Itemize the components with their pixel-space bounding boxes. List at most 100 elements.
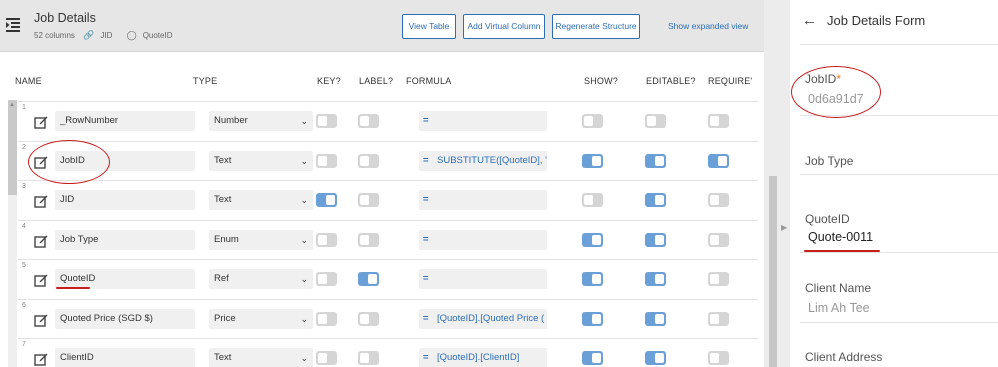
required-toggle[interactable] — [708, 272, 729, 286]
required-toggle[interactable] — [708, 351, 729, 365]
show-expanded-view-link[interactable]: Show expanded view — [668, 21, 748, 31]
label-toggle[interactable] — [358, 114, 379, 128]
label-tag-icon: ◯ — [126, 30, 137, 40]
column-type-select[interactable]: Ref ⌄ — [209, 269, 313, 289]
field-value-jobid[interactable]: 0d6a91d7 — [808, 92, 864, 106]
column-name-input[interactable]: ClientID — [55, 348, 195, 367]
column-type-select[interactable]: Number ⌄ — [209, 111, 313, 131]
divider-scrollbar[interactable] — [769, 176, 777, 367]
editable-toggle[interactable] — [645, 114, 666, 128]
formula-input[interactable]: = — [419, 269, 547, 289]
toggle-knob — [368, 274, 377, 284]
add-virtual-column-button[interactable]: Add Virtual Column — [463, 14, 545, 39]
toggle-knob — [592, 155, 601, 166]
label-toggle[interactable] — [358, 311, 379, 326]
label-toggle[interactable] — [358, 153, 379, 168]
equals-icon: = — [423, 352, 429, 363]
label-toggle[interactable] — [358, 193, 379, 207]
field-value-client-name[interactable]: Lim Ah Tee — [808, 301, 870, 315]
show-toggle[interactable] — [582, 193, 603, 207]
key-toggle[interactable] — [316, 232, 337, 247]
required-toggle[interactable] — [708, 311, 729, 326]
label-toggle[interactable] — [358, 351, 379, 365]
show-toggle[interactable] — [582, 114, 603, 128]
column-name-input[interactable]: Quoted Price (SGD $) — [55, 308, 195, 329]
edit-icon[interactable] — [34, 155, 48, 169]
editor-scroll-thumb[interactable] — [8, 100, 17, 195]
key-toggle[interactable] — [316, 153, 337, 168]
edit-icon[interactable] — [34, 273, 48, 287]
formula-input[interactable]: = — [419, 190, 547, 210]
column-name-input[interactable]: Job Type — [55, 229, 195, 250]
show-toggle[interactable] — [582, 272, 603, 286]
required-toggle[interactable] — [708, 153, 729, 168]
header-label: LABEL? — [359, 76, 394, 86]
regenerate-structure-button[interactable]: Regenerate Structure — [552, 14, 640, 39]
column-type-select[interactable]: Price ⌄ — [209, 308, 313, 329]
column-type-value: Text — [214, 194, 232, 205]
header-show: SHOW? — [584, 76, 619, 86]
key-toggle[interactable] — [316, 114, 337, 128]
editable-toggle[interactable] — [645, 232, 666, 247]
key-toggle[interactable] — [316, 311, 337, 326]
label-toggle[interactable] — [358, 232, 379, 247]
edit-icon[interactable] — [34, 115, 48, 129]
equals-icon: = — [423, 115, 429, 126]
view-table-button[interactable]: View Table — [402, 14, 456, 39]
edit-icon[interactable] — [34, 313, 48, 327]
header-required: REQUIRE' — [708, 76, 753, 86]
field-label-job-type: Job Type — [805, 154, 854, 168]
show-toggle[interactable] — [582, 153, 603, 168]
edit-icon[interactable] — [34, 194, 48, 208]
toggle-knob — [326, 195, 335, 205]
column-type-select[interactable]: Text ⌄ — [209, 150, 313, 171]
column-name-input[interactable]: _RowNumber — [55, 111, 195, 131]
formula-input[interactable]: = — [419, 229, 547, 250]
editable-toggle[interactable] — [645, 311, 666, 326]
back-arrow-icon[interactable]: ← — [802, 12, 817, 29]
key-toggle[interactable] — [316, 272, 337, 286]
column-name-input[interactable]: JID — [55, 190, 195, 210]
show-toggle[interactable] — [582, 351, 603, 365]
toggle-knob — [655, 234, 664, 245]
key-toggle[interactable] — [316, 193, 337, 207]
row-number: 6 — [22, 301, 26, 309]
show-toggle[interactable] — [582, 311, 603, 326]
toggle-knob — [710, 234, 719, 245]
formula-input[interactable]: = — [419, 111, 547, 131]
field-value-quoteid[interactable]: Quote-0011 — [808, 230, 873, 244]
key-icon: 🔗 — [83, 30, 95, 40]
formula-input[interactable]: = SUBSTITUTE([QuoteID], " — [419, 150, 547, 171]
required-toggle[interactable] — [708, 114, 729, 128]
required-toggle[interactable] — [708, 193, 729, 207]
editable-toggle[interactable] — [645, 272, 666, 286]
toggle-knob — [710, 116, 719, 126]
formula-input[interactable]: = [QuoteID].[Quoted Price ( — [419, 308, 547, 329]
formula-text: SUBSTITUTE([QuoteID], " — [437, 154, 547, 166]
column-type-select[interactable]: Text ⌄ — [209, 348, 313, 367]
edit-icon[interactable] — [34, 352, 48, 366]
scroll-up-icon[interactable]: ▲ — [9, 102, 15, 108]
column-name-input[interactable]: JobID — [55, 150, 195, 171]
show-toggle[interactable] — [582, 232, 603, 247]
editable-toggle[interactable] — [645, 193, 666, 207]
label-toggle[interactable] — [358, 272, 379, 286]
toggle-knob — [360, 116, 369, 126]
editable-toggle[interactable] — [645, 351, 666, 365]
column-type-select[interactable]: Text ⌄ — [209, 190, 313, 210]
table-row: 3 JID Text ⌄ = — [18, 180, 758, 219]
column-type-value: Number — [214, 115, 248, 126]
key-column: JID — [100, 31, 113, 40]
edit-icon[interactable] — [34, 234, 48, 248]
row-number: 4 — [22, 222, 26, 230]
key-toggle[interactable] — [316, 351, 337, 365]
header-name: NAME — [15, 76, 42, 86]
editable-toggle[interactable] — [645, 153, 666, 168]
column-name-input[interactable]: QuoteID — [55, 269, 195, 289]
toggle-knob — [655, 155, 664, 166]
collapse-panel-icon[interactable] — [5, 16, 21, 34]
required-toggle[interactable] — [708, 232, 729, 247]
expand-arrow-icon[interactable]: ▶ — [781, 223, 787, 232]
column-type-select[interactable]: Enum ⌄ — [209, 229, 313, 250]
formula-input[interactable]: = [QuoteID].[ClientID] — [419, 348, 547, 367]
